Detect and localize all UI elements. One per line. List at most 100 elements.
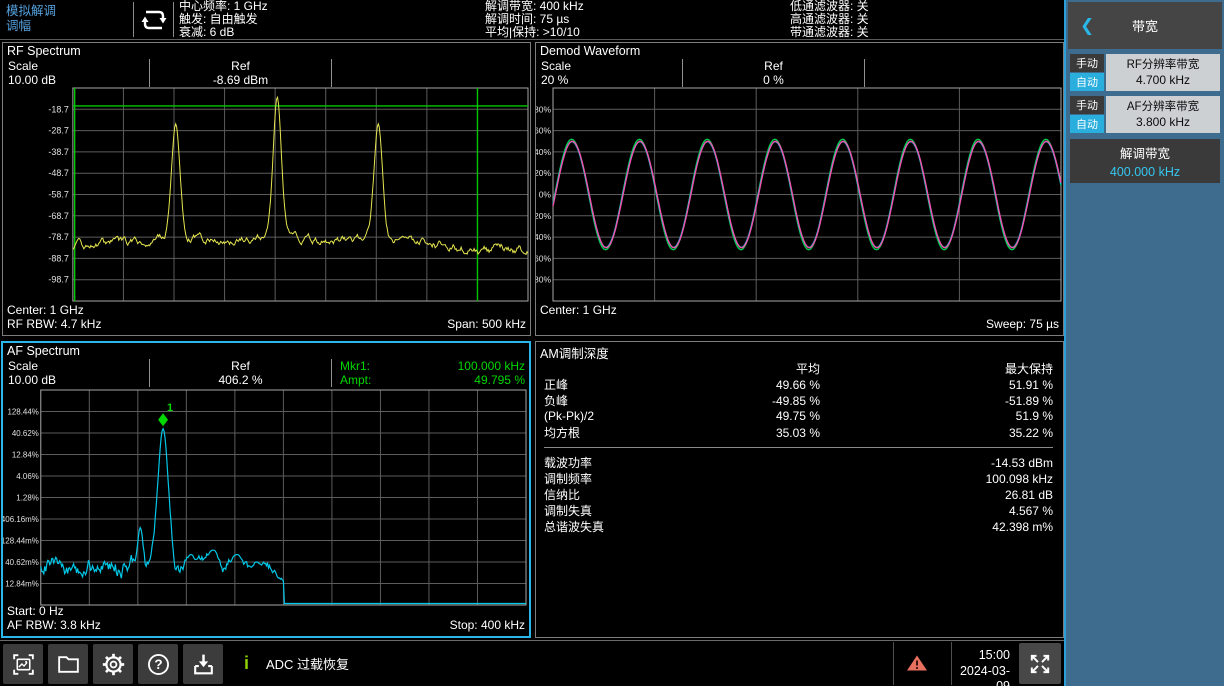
sidebar-row-rf-rbw: 手动 自动 RF分辨率带宽 4.700 kHz	[1070, 54, 1220, 91]
svg-text:-98.7: -98.7	[48, 275, 68, 285]
expand-arrows-icon	[1026, 650, 1054, 678]
panel-title: AF Spectrum	[7, 344, 80, 358]
af-rbw-manual-button[interactable]: 手动	[1070, 96, 1104, 114]
scale-field[interactable]: Scale 10.00 dB	[3, 359, 149, 387]
header-info-line: 高通滤波器: 关	[790, 13, 869, 26]
header-info-col3: 低通滤波器: 关 高通滤波器: 关 带通滤波器: 关	[790, 0, 869, 39]
af-rbw-label: AF分辨率带宽	[1127, 100, 1199, 115]
svg-text:-18.7: -18.7	[48, 104, 68, 114]
scale-field[interactable]: Scale 20 %	[536, 59, 682, 87]
center-frequency-label: Center: 1 GHz	[540, 304, 1059, 318]
info-icon: i	[244, 641, 249, 686]
header-spacer	[331, 59, 530, 87]
save-button[interactable]	[183, 644, 223, 684]
settings-button[interactable]	[93, 644, 133, 684]
ref-label: Ref	[150, 59, 331, 73]
am-row-label: 均方根	[544, 424, 694, 441]
am-max-value: 51.9 %	[820, 409, 1053, 423]
demod-bandwidth-button[interactable]: 解调带宽 400.000 kHz	[1070, 139, 1220, 183]
am-row-label: 载波功率	[544, 454, 694, 471]
rf-rbw-value-button[interactable]: RF分辨率带宽 4.700 kHz	[1106, 54, 1220, 91]
svg-text:40.62%: 40.62%	[12, 429, 39, 438]
warning-indicator[interactable]	[906, 654, 928, 672]
header-info-line: 平均|保持: >10/10	[485, 26, 584, 39]
bottom-bar: ? i ADC 过载恢复 15:00 2024-03-09	[0, 640, 1064, 686]
am-table-row: 调制失真4.567 %	[544, 502, 1053, 518]
svg-text:-48.7: -48.7	[48, 168, 68, 178]
date: 2024-03-09	[948, 664, 1010, 686]
scale-label: Scale	[8, 59, 149, 73]
divider	[893, 642, 894, 685]
af-header-row: Scale 10.00 dB Ref 406.2 % Mkr1: 100.000…	[3, 359, 529, 387]
sidebar-header-back[interactable]: ❮ 带宽	[1068, 2, 1222, 49]
am-col-header-max: 最大保持	[820, 360, 1053, 377]
svg-text:4.06%: 4.06%	[16, 472, 39, 481]
am-measure-value: 42.398 m%	[694, 520, 1053, 534]
af-footer: Start: 0 Hz AF RBW: 3.8 kHz Stop: 400 kH…	[7, 605, 525, 632]
table-separator	[544, 447, 1053, 448]
back-chevron-icon: ❮	[1080, 16, 1094, 36]
am-table-row: 负峰-49.85 %-51.89 %	[544, 392, 1053, 408]
svg-text:-20%: -20%	[536, 211, 551, 221]
app-title: 模拟解调 调幅	[6, 4, 56, 34]
stop-frequency-label: Stop: 400 kHz	[450, 619, 525, 633]
svg-text:-58.7: -58.7	[48, 189, 68, 199]
scale-value: 10.00 dB	[8, 373, 149, 387]
scale-value: 20 %	[541, 73, 682, 87]
screenshot-icon	[10, 651, 37, 678]
analyzer-screen: 模拟解调 调幅 中心频率: 1 GHz 触发: 自由触发 衰减: 6 dB 解调…	[0, 0, 1224, 686]
demod-bw-value: 400.000 kHz	[1110, 165, 1180, 179]
panel-demod-waveform[interactable]: Demod Waveform Scale 20 % Ref 0 % 80%60%…	[535, 42, 1064, 336]
am-table-body: 平均最大保持正峰49.66 %51.91 %负峰-49.85 %-51.89 %…	[544, 360, 1053, 534]
gear-icon	[100, 651, 127, 678]
rf-footer: Center: 1 GHz RF RBW: 4.7 kHz Span: 500 …	[7, 304, 526, 331]
folder-icon	[55, 651, 82, 678]
scale-field[interactable]: Scale 10.00 dB	[3, 59, 149, 87]
svg-text:?: ?	[154, 657, 162, 672]
top-bar: 模拟解调 调幅 中心频率: 1 GHz 触发: 自由触发 衰减: 6 dB 解调…	[0, 0, 1064, 40]
ref-field[interactable]: Ref 0 %	[682, 59, 864, 87]
svg-text:12.84%: 12.84%	[12, 450, 39, 459]
ref-label: Ref	[150, 359, 331, 373]
ref-value: -8.69 dBm	[150, 73, 331, 87]
panel-af-spectrum[interactable]: AF Spectrum Scale 10.00 dB Ref 406.2 % M…	[1, 341, 531, 638]
demod-footer: Center: 1 GHz Sweep: 75 µs	[540, 304, 1059, 331]
rf-rbw-manual-button[interactable]: 手动	[1070, 54, 1104, 72]
file-manager-button[interactable]	[48, 644, 88, 684]
rf-header-row: Scale 10.00 dB Ref -8.69 dBm	[3, 59, 530, 87]
am-measure-value: 26.81 dB	[694, 488, 1053, 502]
am-row-label: 调制失真	[544, 502, 694, 519]
help-button[interactable]: ?	[138, 644, 178, 684]
af-rbw-auto-button[interactable]: 自动	[1070, 115, 1104, 133]
marker-frequency: 100.000 kHz	[458, 359, 525, 373]
ref-field[interactable]: Ref 406.2 %	[149, 359, 331, 387]
time: 15:00	[948, 648, 1010, 664]
warning-icon	[906, 654, 928, 672]
svg-text:-78.7: -78.7	[48, 232, 68, 242]
am-table-row: 正峰49.66 %51.91 %	[544, 376, 1053, 392]
scale-label: Scale	[8, 359, 149, 373]
screenshot-button[interactable]	[3, 644, 43, 684]
am-table-row: 均方根35.03 %35.22 %	[544, 424, 1053, 440]
demod-waveform-chart: 80%60%40%20%0%-20%-40%-60%-80%	[536, 87, 1063, 303]
rf-rbw-auto-button[interactable]: 自动	[1070, 73, 1104, 91]
divider	[173, 2, 174, 37]
panel-rf-spectrum[interactable]: RF Spectrum Scale 10.00 dB Ref -8.69 dBm…	[2, 42, 531, 336]
expand-display-button[interactable]	[1019, 643, 1061, 684]
header-info-line: 衰减: 6 dB	[179, 26, 268, 39]
af-rbw-value: 3.800 kHz	[1136, 115, 1190, 130]
header-info-line: 解调时间: 75 µs	[485, 13, 584, 26]
scale-label: Scale	[541, 59, 682, 73]
af-rbw-value-button[interactable]: AF分辨率带宽 3.800 kHz	[1106, 96, 1220, 133]
ref-field[interactable]: Ref -8.69 dBm	[149, 59, 331, 87]
amplitude-value: 49.795 %	[474, 373, 525, 387]
af-rbw-label: AF RBW: 3.8 kHz	[7, 619, 101, 633]
svg-text:-28.7: -28.7	[48, 126, 68, 136]
panel-am-depth[interactable]: AM调制深度 平均最大保持正峰49.66 %51.91 %负峰-49.85 %-…	[535, 341, 1064, 638]
continuous-sweep-button[interactable]	[137, 7, 171, 33]
marker-readout[interactable]: Mkr1: 100.000 kHz Ampt: 49.795 %	[331, 359, 529, 387]
am-measure-value: 100.098 kHz	[694, 472, 1053, 486]
header-info-col1: 中心频率: 1 GHz 触发: 自由触发 衰减: 6 dB	[179, 0, 268, 39]
am-row-label: 正峰	[544, 376, 694, 393]
header-spacer	[864, 59, 1063, 87]
